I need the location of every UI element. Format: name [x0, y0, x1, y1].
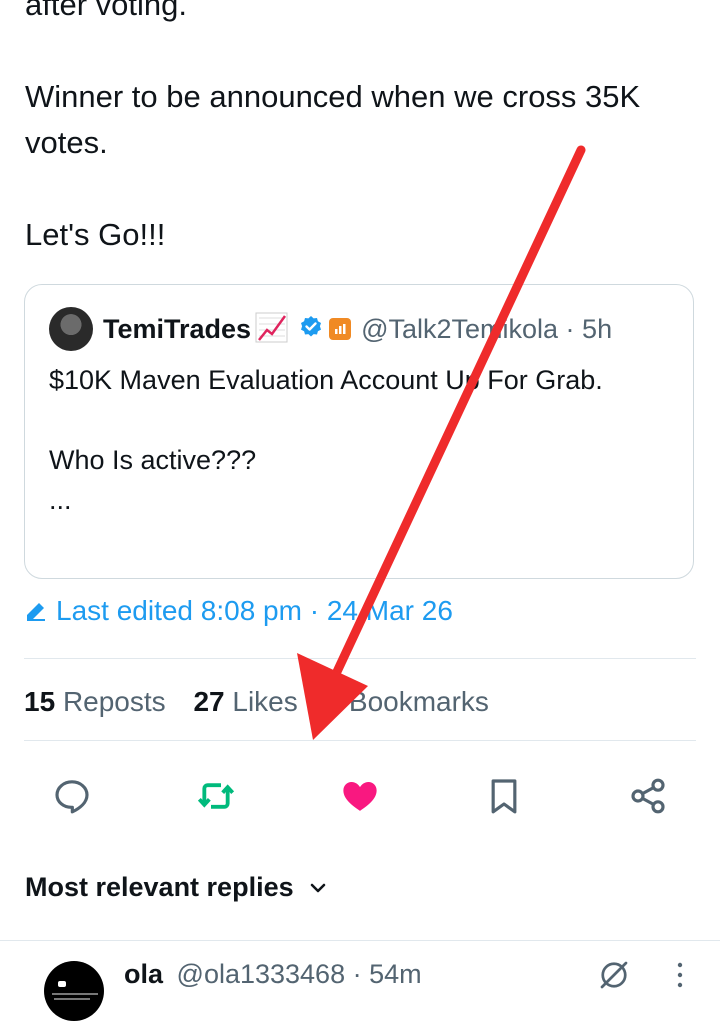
chevron-down-icon: [310, 883, 325, 892]
reply-icon: [55, 780, 89, 814]
chart-emoji-icon: [255, 310, 289, 349]
divider: [24, 658, 696, 659]
bookmark-icon: [491, 779, 517, 814]
bookmark-button[interactable]: [480, 772, 528, 820]
tweet-line: after voting.: [25, 0, 187, 22]
engagement-stats: 15 Reposts 27 Likes 2 Bookmarks: [24, 686, 509, 718]
quoted-line: Who Is active???: [49, 445, 257, 475]
reposts-count: 15: [24, 686, 56, 717]
edit-history-text: Last edited 8:08 pm · 24 Mar 26: [56, 595, 453, 626]
quoted-author-handle: @Talk2Temikola · 5h: [361, 313, 613, 344]
repost-icon: [197, 783, 235, 809]
likes-stat[interactable]: 27 Likes: [193, 686, 297, 717]
divider: [24, 740, 696, 741]
quoted-line: $10K Maven Evaluation Account Up For Gra…: [49, 365, 603, 395]
bookmarks-label: Bookmarks: [348, 686, 489, 717]
repost-button[interactable]: [192, 772, 240, 820]
replies-sort-dropdown[interactable]: Most relevant replies: [25, 872, 328, 903]
reply-item[interactable]: ola @ola1333468 · 54m: [0, 940, 720, 1021]
tweet-text: after voting. Winner to be announced whe…: [25, 0, 705, 258]
quoted-line: ...: [49, 485, 72, 515]
quoted-tweet-body: $10K Maven Evaluation Account Up For Gra…: [49, 360, 649, 520]
reply-author-handle: @ola1333468 · 54m: [176, 959, 422, 989]
likes-count: 27: [193, 686, 225, 717]
reply-header: ola @ola1333468 · 54m: [124, 959, 422, 990]
share-icon: [631, 778, 665, 814]
tweet-line: Let's Go!!!: [25, 217, 166, 252]
affiliate-badge-icon: [329, 318, 352, 340]
bookmarks-stat[interactable]: 2 Bookmarks: [326, 686, 489, 717]
share-button[interactable]: [624, 772, 672, 820]
replies-sort-label: Most relevant replies: [25, 872, 294, 902]
more-options-icon[interactable]: [670, 959, 690, 996]
avatar[interactable]: [49, 307, 93, 351]
avatar[interactable]: [44, 961, 104, 1021]
reply-button[interactable]: [48, 772, 96, 820]
grok-icon[interactable]: [596, 957, 632, 998]
reply-author-name[interactable]: ola: [124, 959, 163, 989]
reposts-label: Reposts: [62, 686, 166, 717]
likes-label: Likes: [232, 686, 298, 717]
like-button[interactable]: [336, 772, 384, 820]
quoted-tweet-header: TemiTrades @Talk2Temikola · 5h: [49, 307, 612, 351]
like-icon: [343, 782, 377, 811]
quoted-author-name[interactable]: TemiTrades: [103, 314, 251, 345]
quoted-tweet[interactable]: TemiTrades @Talk2Temikola · 5h $10K Mave…: [24, 284, 694, 579]
edit-history-link[interactable]: Last edited 8:08 pm · 24 Mar 26: [24, 595, 453, 627]
action-bar: [0, 772, 720, 822]
verified-icon: [299, 315, 323, 344]
tweet-line: Winner to be announced when we cross 35K…: [25, 79, 641, 160]
bookmarks-count: 2: [325, 686, 342, 717]
pencil-icon: [27, 603, 45, 621]
reposts-stat[interactable]: 15 Reposts: [24, 686, 166, 717]
